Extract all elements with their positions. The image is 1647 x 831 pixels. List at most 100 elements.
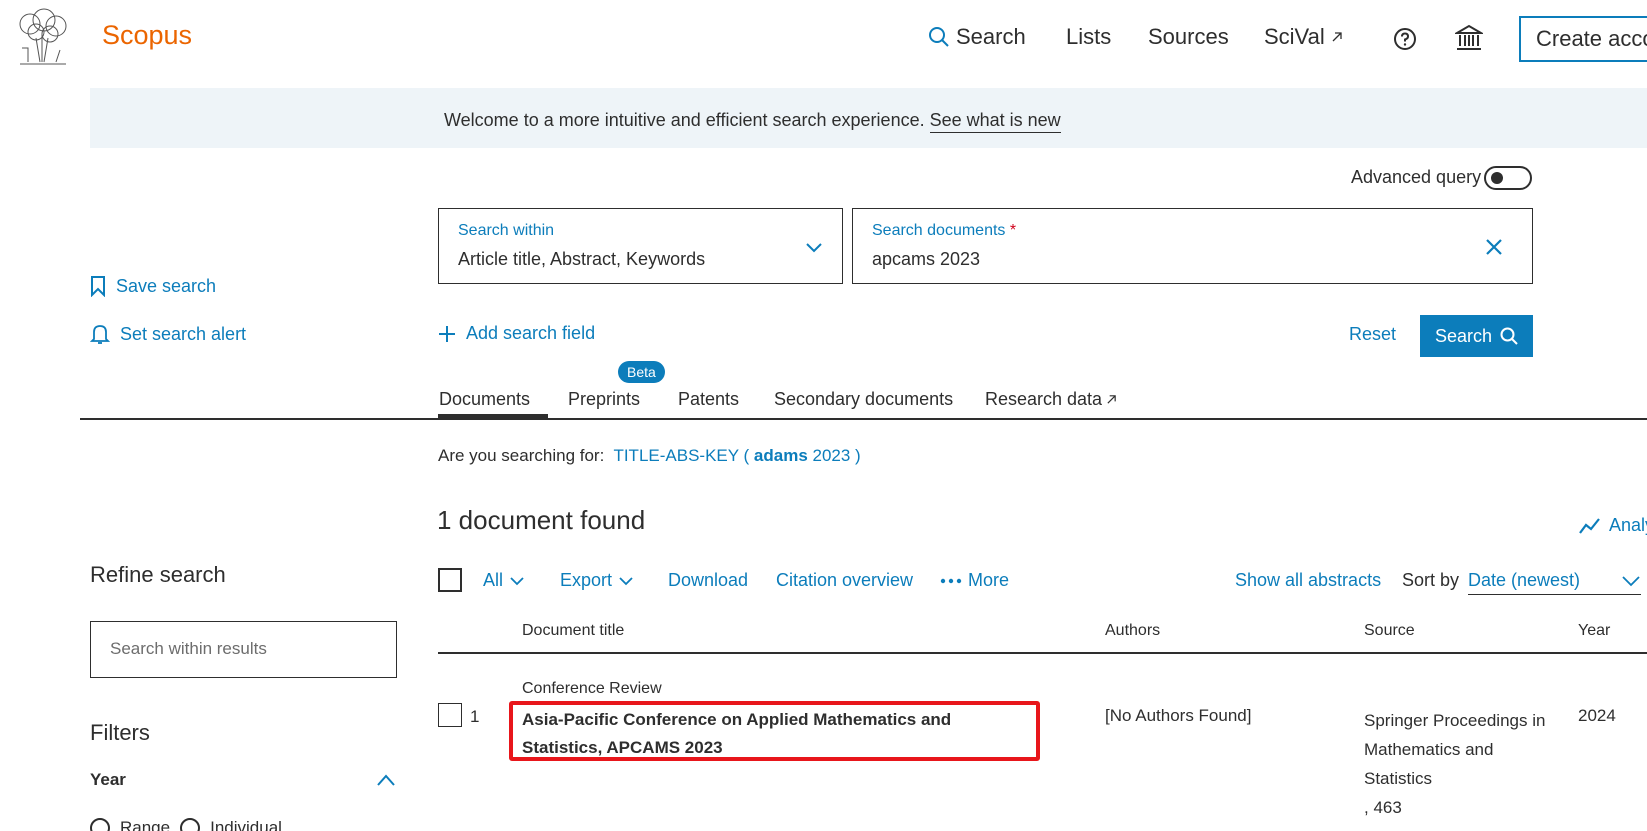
year-filter-label[interactable]: Year [90, 770, 126, 790]
more-menu[interactable]: More [940, 570, 1009, 591]
banner-message: Welcome to a more intuitive and efficien… [444, 110, 925, 130]
nav-scival-label: SciVal [1264, 24, 1325, 49]
document-source[interactable]: Springer Proceedings in Mathematics and … [1364, 706, 1564, 822]
citation-overview-button[interactable]: Citation overview [776, 570, 913, 591]
analyze-results-label: Analy [1609, 515, 1647, 535]
plus-icon [439, 325, 455, 342]
set-search-alert-link[interactable]: Set search alert [90, 323, 246, 345]
source-volume: , 463 [1364, 798, 1402, 817]
select-all-label: All [483, 570, 504, 590]
search-documents-label-text: Search documents [872, 222, 1006, 239]
results-count: 1 document found [437, 505, 646, 535]
suggested-query-term: adams [753, 446, 808, 465]
range-label: Range [120, 818, 171, 831]
tab-preprints[interactable]: Preprints [568, 389, 640, 410]
search-within-label: Search within [458, 222, 555, 239]
search-documents-label: Search documents * [872, 222, 1016, 240]
save-search-link[interactable]: Save search [90, 275, 216, 297]
banner-text: Welcome to a more intuitive and efficien… [444, 110, 1061, 133]
add-search-field-label: Add search field [466, 323, 596, 343]
create-account-button[interactable]: Create acco [1519, 16, 1647, 62]
download-button[interactable]: Download [668, 570, 748, 591]
nav-scival[interactable]: SciVal [1264, 24, 1343, 50]
save-search-label: Save search [116, 275, 217, 296]
nav-search[interactable]: Search [928, 24, 1026, 50]
sort-by-value: Date (newest) [1468, 570, 1581, 590]
sort-by-select[interactable]: Date (newest) [1468, 567, 1641, 595]
document-authors: [No Authors Found] [1105, 706, 1252, 725]
nav-lists[interactable]: Lists [1066, 24, 1111, 50]
search-within-results-input[interactable]: Search within results [90, 621, 397, 678]
bell-icon [90, 325, 110, 344]
row-checkbox[interactable] [438, 703, 462, 727]
trend-chart-icon [1579, 517, 1600, 534]
individual-label: Individual [210, 818, 282, 831]
search-suggestion: Are you searching for: TITLE-ABS-KEY ( a… [438, 446, 861, 466]
column-header-source[interactable]: Source [1364, 622, 1415, 640]
highlight-box [509, 701, 1040, 761]
range-radio[interactable] [90, 818, 110, 831]
required-marker: * [1009, 222, 1017, 239]
tab-research-data-label: Research data [985, 389, 1103, 409]
bookmark-icon [91, 276, 105, 297]
more-label: More [968, 570, 1010, 590]
beta-badge: Beta [618, 361, 665, 383]
set-search-alert-label: Set search alert [120, 323, 247, 344]
suggested-query-link[interactable]: TITLE-ABS-KEY ( adams 2023 ) [613, 446, 860, 465]
export-label: Export [560, 570, 613, 590]
row-number: 1 [470, 707, 480, 726]
select-all-dropdown[interactable]: All [483, 570, 525, 591]
suggested-query-part-c: 2023 ) [812, 446, 861, 465]
table-header-divider [438, 652, 1647, 654]
add-search-field-link[interactable]: Add search field [438, 323, 595, 344]
tabs-divider [80, 418, 1647, 420]
suggested-query-part-a: TITLE-ABS-KEY ( [613, 446, 750, 465]
external-link-icon [1332, 32, 1342, 42]
nav-sources[interactable]: Sources [1148, 24, 1229, 50]
column-header-title[interactable]: Document title [522, 622, 624, 640]
tab-patents[interactable]: Patents [678, 389, 739, 410]
search-button[interactable]: Search [1420, 315, 1533, 357]
more-dots-icon [940, 578, 962, 583]
help-icon[interactable] [1393, 27, 1417, 51]
chevron-down-icon [1622, 575, 1640, 586]
individual-radio[interactable] [180, 818, 201, 831]
tab-secondary-documents[interactable]: Secondary documents [774, 389, 953, 410]
column-header-authors[interactable]: Authors [1105, 622, 1160, 640]
year-mode-options: Range Individual [90, 818, 282, 831]
external-link-icon [1107, 395, 1116, 404]
scopus-brand[interactable]: Scopus [102, 20, 192, 51]
chevron-down-icon [619, 576, 633, 585]
nav-search-label: Search [956, 24, 1026, 49]
search-documents-field[interactable]: Search documents * apcams 2023 [852, 208, 1533, 284]
advanced-query-label: Advanced query [1351, 167, 1482, 187]
source-title: Springer Proceedings in Mathematics and … [1364, 711, 1546, 788]
search-within-select[interactable]: Search within Article title, Abstract, K… [438, 208, 843, 284]
chevron-up-icon[interactable] [376, 773, 396, 787]
chevron-down-icon [510, 576, 524, 585]
suggestion-prefix: Are you searching for: [438, 446, 605, 465]
document-year: 2024 [1578, 706, 1616, 725]
close-icon[interactable] [1484, 237, 1504, 257]
institution-icon[interactable] [1455, 24, 1483, 52]
column-header-year[interactable]: Year [1578, 622, 1610, 640]
reset-button[interactable]: Reset [1349, 324, 1396, 345]
show-all-abstracts-button[interactable]: Show all abstracts [1235, 570, 1381, 591]
tab-documents[interactable]: Documents [439, 389, 530, 410]
toggle-knob [1491, 172, 1503, 184]
search-documents-value: apcams 2023 [872, 249, 981, 269]
select-all-checkbox[interactable] [438, 568, 462, 592]
see-what-is-new-link[interactable]: See what is new [929, 110, 1061, 133]
elsevier-logo [10, 8, 74, 66]
search-icon [1500, 327, 1518, 345]
search-icon [929, 27, 949, 47]
document-type: Conference Review [522, 680, 662, 697]
sort-by-label: Sort by [1402, 570, 1460, 590]
search-within-value: Article title, Abstract, Keywords [458, 249, 706, 269]
tab-research-data[interactable]: Research data [985, 389, 1117, 410]
refine-search-heading: Refine search [90, 562, 226, 587]
advanced-query-toggle[interactable] [1484, 166, 1532, 190]
filters-heading: Filters [90, 720, 150, 745]
analyze-results-link[interactable]: Analy [1579, 515, 1647, 536]
export-dropdown[interactable]: Export [560, 570, 634, 591]
